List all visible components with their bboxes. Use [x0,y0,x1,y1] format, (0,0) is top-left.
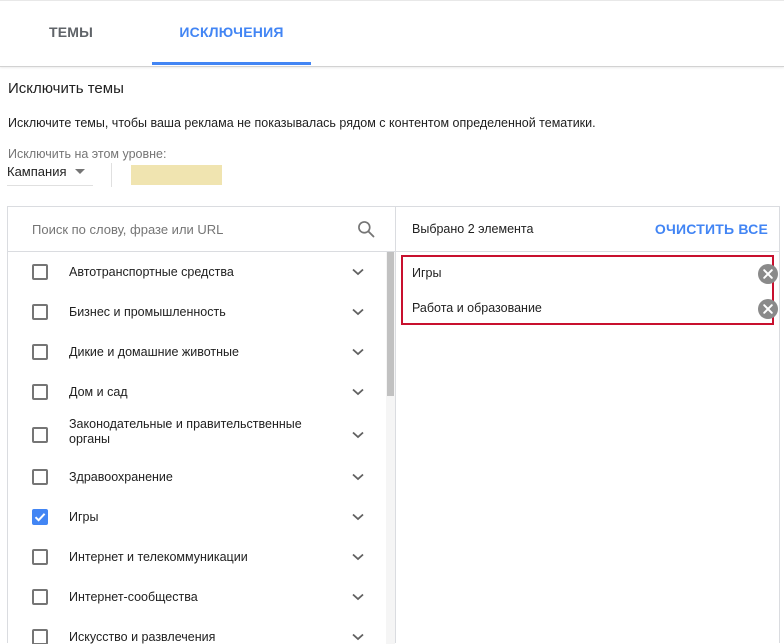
chevron-down-icon[interactable] [352,431,364,439]
chevron-down-icon[interactable] [352,633,364,641]
topic-item[interactable]: Дикие и домашние животные [8,332,386,372]
topic-item[interactable]: Законодательные и правительственные орга… [8,412,386,457]
topic-checkbox[interactable] [32,344,48,360]
clear-all-button[interactable]: ОЧИСТИТЬ ВСЕ [655,221,768,237]
level-dropdown[interactable]: Кампания [7,163,93,186]
topics-list: Автотранспортные средства Бизнес и промыш… [8,252,386,644]
remove-circle-icon[interactable] [758,264,778,284]
chevron-down-icon[interactable] [352,268,364,276]
redacted-field [131,165,222,185]
topic-checkbox[interactable] [32,549,48,565]
topic-label: Законодательные и правительственные орга… [69,417,302,446]
topic-label: Искусство и развлечения [69,630,216,644]
selected-item-label: Работа и образование [412,301,542,315]
tab-themes[interactable]: ТЕМЫ [0,0,142,64]
topic-checkbox[interactable] [32,384,48,400]
topic-label: Автотранспортные средства [69,265,234,279]
level-label: Исключить на этом уровне: [8,147,167,161]
chevron-down-icon[interactable] [352,513,364,521]
level-selected-value: Кампания [7,164,67,179]
selected-item: Игры [412,257,778,291]
selected-item: Работа и образование [412,292,778,326]
chevron-down-icon[interactable] [352,553,364,561]
selected-item-label: Игры [412,266,442,280]
scrollbar[interactable] [386,252,395,644]
check-icon [34,513,46,522]
chevron-down-icon[interactable] [352,388,364,396]
topic-checkbox[interactable] [32,264,48,280]
tab-exclusions[interactable]: ИСКЛЮЧЕНИЯ [152,0,311,64]
search-bar [8,207,395,252]
divider [396,251,779,252]
selected-count: Выбрано 2 элемента [412,222,534,236]
topic-label: Здравоохранение [69,470,173,484]
section-heading: Исключить темы [8,80,124,97]
topic-checkbox[interactable] [32,509,48,525]
topic-label: Игры [69,510,99,524]
chevron-down-icon[interactable] [352,593,364,601]
topic-checkbox[interactable] [32,427,48,443]
divider [111,163,112,187]
chevron-down-icon[interactable] [352,348,364,356]
search-input[interactable] [32,219,332,239]
topic-item[interactable]: Дом и сад [8,372,386,412]
topic-checkbox[interactable] [32,589,48,605]
topic-item[interactable]: Интернет и телекоммуникации [8,537,386,577]
topic-label: Бизнес и промышленность [69,305,226,319]
selected-pane: Выбрано 2 элемента ОЧИСТИТЬ ВСЕ Игры Рабо… [396,207,779,643]
topic-item[interactable]: Искусство и развлечения [8,617,386,644]
topic-checkbox[interactable] [32,629,48,644]
search-icon[interactable] [356,219,376,239]
section-description: Исключите темы, чтобы ваша реклама не по… [8,116,596,130]
active-tab-indicator [152,62,311,65]
dropdown-arrow-icon [75,169,85,174]
topic-label: Дом и сад [69,385,128,399]
topic-label: Интернет-сообщества [69,590,198,604]
topic-item[interactable]: Интернет-сообщества [8,577,386,617]
topic-item[interactable]: Здравоохранение [8,457,386,497]
topic-item[interactable]: Автотранспортные средства [8,252,386,292]
topic-item[interactable]: Бизнес и промышленность [8,292,386,332]
topic-checkbox[interactable] [32,469,48,485]
remove-circle-icon[interactable] [758,299,778,319]
chevron-down-icon[interactable] [352,308,364,316]
topic-checkbox[interactable] [32,304,48,320]
topic-item[interactable]: Игры [8,497,386,537]
topics-list-pane: Автотранспортные средства Бизнес и промыш… [8,207,396,644]
topic-label: Интернет и телекоммуникации [69,550,248,564]
scrollbar-thumb[interactable] [387,252,394,396]
chevron-down-icon[interactable] [352,473,364,481]
topics-panel: Автотранспортные средства Бизнес и промыш… [7,206,780,644]
tab-bar: ТЕМЫ ИСКЛЮЧЕНИЯ [0,0,784,67]
topic-label: Дикие и домашние животные [69,345,239,359]
